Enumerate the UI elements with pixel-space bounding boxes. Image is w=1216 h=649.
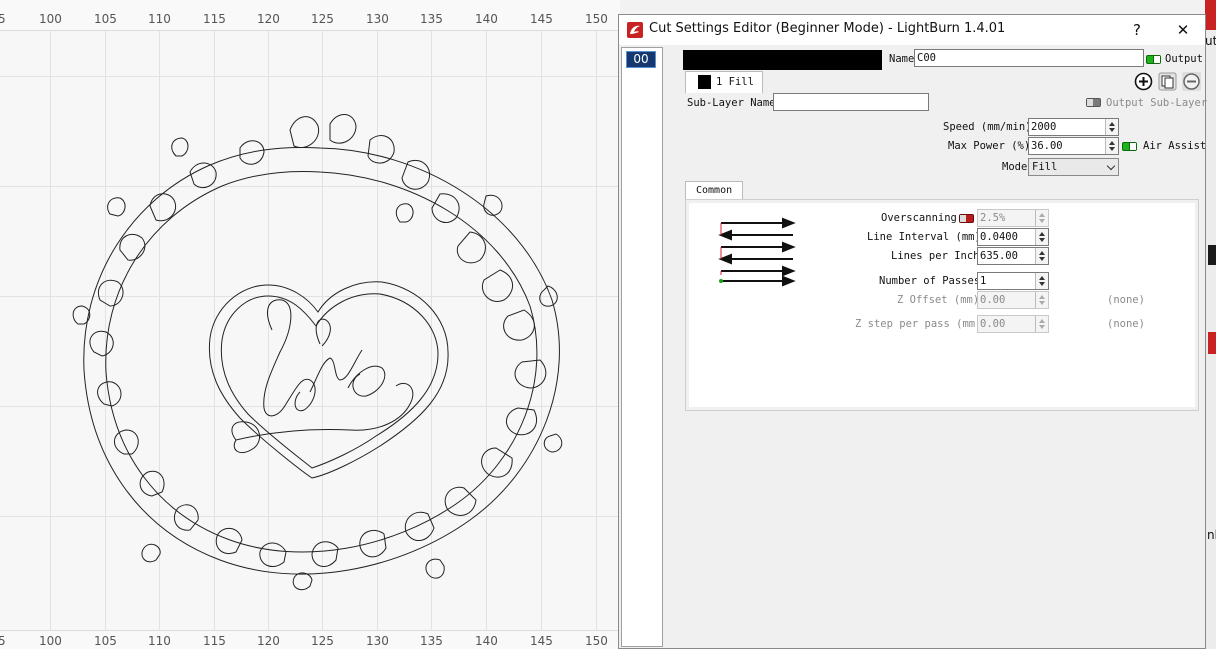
z-offset-field[interactable]: 0.00 [977, 291, 1049, 309]
ruler-bottom: 5 100 105 110 115 120 125 130 135 140 14… [0, 630, 620, 649]
max-power-field[interactable]: 36.00 [1028, 137, 1119, 155]
sublayer-name-label: Sub-Layer Name [687, 97, 776, 109]
speed-spin-buttons[interactable] [1105, 119, 1118, 135]
background-clipped-text: ut [1205, 34, 1216, 48]
passes-spin-buttons[interactable] [1035, 273, 1048, 289]
overscanning-value: 2.5% [980, 212, 1006, 224]
background-accent-bar [1205, 0, 1216, 30]
overscanning-label: Overscanning [881, 212, 957, 224]
speed-field[interactable]: 2000 [1028, 118, 1119, 136]
passes-field[interactable]: 1 [977, 272, 1049, 290]
sublayer-name-field[interactable] [773, 93, 929, 111]
ruler-bottom-label: 145 [530, 634, 553, 648]
background-dark-block [1208, 245, 1216, 265]
common-settings-box: Overscanning 2.5% Line Interval (mm) 0.0… [685, 199, 1199, 411]
tab-sublayer-fill[interactable]: 1 Fill [685, 71, 763, 93]
ruler-bottom-label: 5 [0, 634, 6, 648]
overscanning-spin-buttons[interactable] [1035, 210, 1048, 226]
plus-circle-icon[interactable] [1134, 72, 1153, 91]
z-step-value: 0.00 [980, 318, 1006, 330]
lines-per-inch-field[interactable]: 635.00 [977, 247, 1049, 265]
output-label: Output [1165, 53, 1203, 65]
ruler-bottom-label: 110 [148, 634, 171, 648]
cut-settings-dialog: Cut Settings Editor (Beginner Mode) - Li… [618, 14, 1207, 649]
name-field[interactable]: C00 [914, 49, 1144, 67]
love-script [347, 365, 386, 397]
speed-value: 2000 [1031, 121, 1057, 133]
ruler-bottom-label: 105 [94, 634, 117, 648]
love-script [235, 382, 414, 441]
output-sublayer-label: Output Sub-Layer [1106, 97, 1208, 109]
dialog-title: Cut Settings Editor (Beginner Mode) - Li… [649, 21, 1006, 36]
passes-label: Number of Passes [879, 275, 981, 287]
z-offset-value: 0.00 [980, 294, 1006, 306]
background-clipped-text: nb [1207, 528, 1216, 542]
common-tab-label: Common [696, 185, 733, 196]
layer-item-00[interactable]: 00 [626, 51, 656, 68]
settings-panel: Name C00 Output 1 Fill Sub-Layer Name Ou… [669, 47, 1207, 647]
close-button[interactable]: ✕ [1163, 15, 1203, 45]
ruler-bottom-label: 120 [257, 634, 280, 648]
max-power-value: 36.00 [1031, 140, 1063, 152]
ruler-bottom-label: 140 [475, 634, 498, 648]
love-script [231, 421, 261, 453]
love-script [263, 299, 292, 417]
max-power-spin-buttons[interactable] [1105, 138, 1118, 154]
air-assist-label: Air Assist [1143, 140, 1207, 152]
love-script [309, 349, 363, 393]
sublayer-tab-label: 1 Fill [716, 76, 754, 88]
line-interval-label: Line Interval (mm) [867, 231, 981, 243]
line-interval-field[interactable]: 0.0400 [977, 228, 1049, 246]
minus-circle-icon[interactable] [1182, 72, 1201, 91]
design-canvas[interactable]: 5 100 105 110 115 120 125 130 135 140 14… [0, 0, 620, 649]
lines-per-inch-value: 635.00 [980, 250, 1018, 262]
ruler-bottom-label: 130 [366, 634, 389, 648]
z-offset-none-label: (none) [1107, 294, 1145, 306]
wreath-leaves [72, 114, 563, 591]
ruler-bottom-label: 100 [39, 634, 62, 648]
passes-value: 1 [980, 275, 987, 287]
layer-color-swatch[interactable] [683, 50, 882, 70]
air-assist-toggle[interactable] [1122, 142, 1137, 151]
ruler-bottom-label: 150 [585, 634, 608, 648]
heart-shape-inner [220, 293, 439, 469]
z-step-none-label: (none) [1107, 318, 1145, 330]
lightburn-app-icon [627, 22, 643, 38]
line-interval-spin-buttons[interactable] [1035, 229, 1048, 245]
ruler-bottom-label: 125 [311, 634, 334, 648]
mode-select[interactable]: Fill [1028, 158, 1119, 176]
overscanning-toggle[interactable] [959, 214, 974, 223]
name-label: Name [889, 53, 915, 65]
speed-label: Speed (mm/min) [943, 121, 1032, 133]
overscanning-field[interactable]: 2.5% [977, 209, 1049, 227]
mode-label: Mode [1002, 161, 1028, 173]
wreath-ring [105, 171, 538, 553]
sublayer-color-swatch [698, 75, 711, 89]
layer-list[interactable]: 00 [621, 47, 663, 647]
lines-per-inch-spin-buttons[interactable] [1035, 248, 1048, 264]
copy-icon[interactable] [1158, 72, 1177, 91]
z-step-spin-buttons[interactable] [1035, 316, 1048, 332]
z-step-label: Z step per pass (mm) [855, 318, 982, 330]
output-sublayer-toggle[interactable] [1086, 98, 1101, 107]
z-offset-spin-buttons[interactable] [1035, 292, 1048, 308]
love-script [285, 378, 316, 412]
output-toggle[interactable] [1146, 55, 1161, 64]
z-offset-label: Z Offset (mm) [897, 294, 980, 306]
tab-common[interactable]: Common [685, 181, 743, 200]
wreath-ring [83, 147, 560, 575]
help-button[interactable]: ? [1117, 15, 1157, 45]
z-step-field[interactable]: 0.00 [977, 315, 1049, 333]
dialog-titlebar[interactable]: Cut Settings Editor (Beginner Mode) - Li… [619, 15, 1205, 45]
line-interval-value: 0.0400 [980, 231, 1018, 243]
max-power-label: Max Power (%) [948, 140, 1031, 152]
love-wreath-artwork[interactable] [0, 0, 620, 649]
ruler-bottom-label: 115 [203, 634, 226, 648]
lines-per-inch-label: Lines per Inch [891, 250, 980, 262]
ruler-bottom-label: 135 [420, 634, 443, 648]
background-red-block [1208, 332, 1216, 354]
fill-preview-icon [718, 217, 796, 287]
